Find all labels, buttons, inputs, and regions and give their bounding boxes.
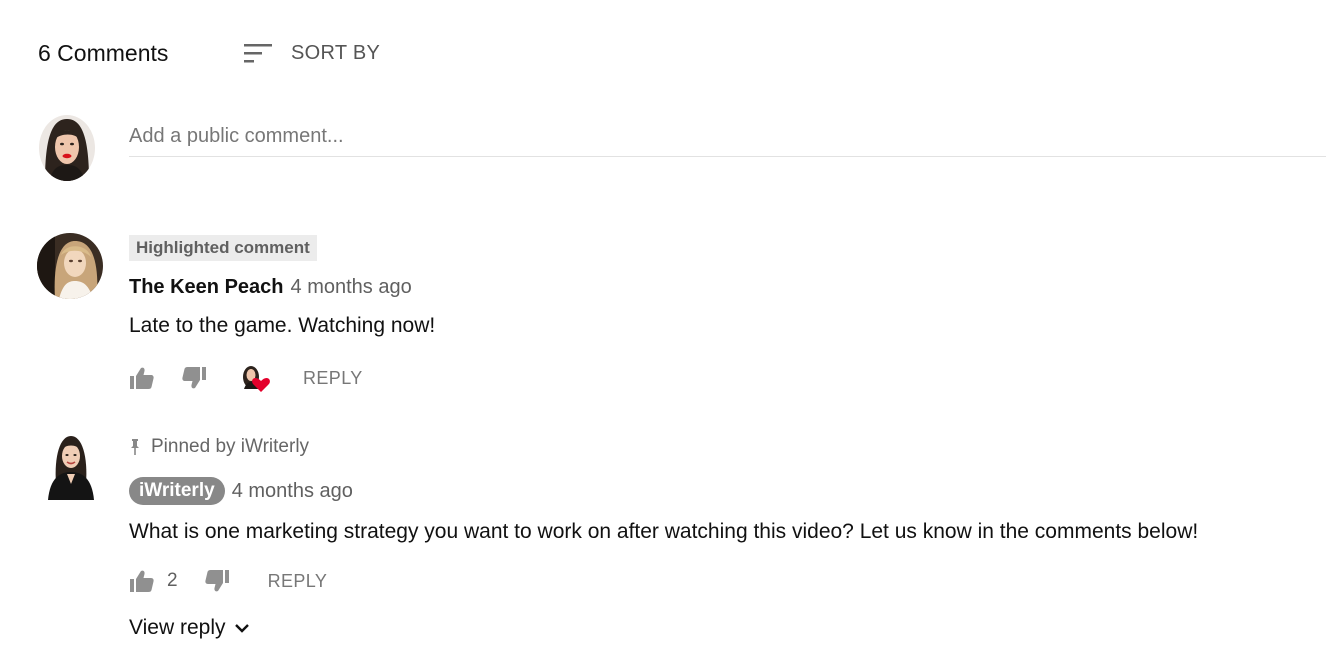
- comment-author[interactable]: The Keen Peach: [129, 276, 284, 299]
- comment-text: Late to the game. Watching now!: [129, 314, 436, 337]
- creator-author-chip[interactable]: iWriterly: [129, 477, 225, 505]
- like-button[interactable]: [129, 569, 155, 593]
- comment-timestamp[interactable]: 4 months ago: [232, 480, 353, 503]
- reply-button[interactable]: REPLY: [268, 571, 328, 592]
- dislike-button[interactable]: [204, 569, 230, 593]
- thumbs-up-icon: [130, 570, 154, 592]
- pinned-label: Pinned by iWriterly: [129, 434, 309, 460]
- sort-by-label: SORT BY: [291, 41, 381, 64]
- comment-input[interactable]: [129, 116, 1326, 157]
- chevron-down-icon: [234, 624, 249, 633]
- comment-actions: 2 REPLY: [129, 566, 327, 596]
- comment-text: What is one marketing strategy you want …: [129, 520, 1199, 543]
- like-count: 2: [167, 570, 178, 591]
- view-reply-label: View reply: [129, 616, 226, 639]
- reply-button[interactable]: REPLY: [303, 368, 363, 389]
- thumbs-down-icon: [204, 570, 229, 592]
- sort-by-button[interactable]: SORT BY: [242, 38, 380, 68]
- sort-icon: [244, 44, 272, 63]
- heart-icon: [252, 378, 270, 392]
- comment-meta: iWriterly 4 months ago: [129, 477, 353, 505]
- comment-count: 6 Comments: [38, 40, 169, 66]
- pin-icon: [131, 439, 139, 455]
- comment-meta: The Keen Peach 4 months ago: [129, 273, 412, 301]
- comment-timestamp[interactable]: 4 months ago: [291, 276, 412, 299]
- thumbs-up-icon: [130, 367, 154, 389]
- comment-actions: REPLY: [129, 363, 363, 393]
- pinned-text: Pinned by iWriterly: [151, 436, 310, 457]
- highlighted-comment-badge: Highlighted comment: [129, 235, 317, 261]
- user-avatar[interactable]: [39, 115, 95, 181]
- like-button[interactable]: [129, 366, 155, 390]
- commenter-avatar[interactable]: [44, 434, 98, 500]
- thumbs-down-icon: [182, 367, 206, 389]
- view-reply-button[interactable]: View reply: [129, 613, 250, 643]
- dislike-button[interactable]: [181, 366, 207, 390]
- commenter-avatar[interactable]: [37, 233, 103, 299]
- creator-heart: [239, 363, 275, 393]
